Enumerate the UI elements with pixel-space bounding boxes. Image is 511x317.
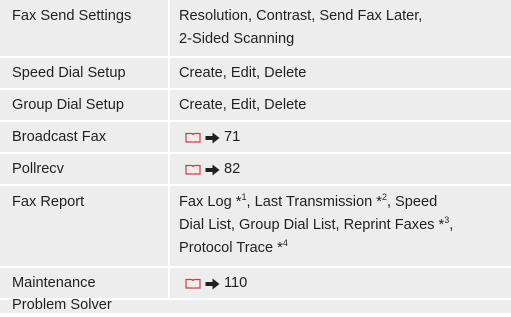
page-number: 71 bbox=[224, 129, 241, 145]
right-arrow-icon bbox=[205, 164, 220, 175]
row-value: 110 bbox=[185, 272, 511, 297]
row-value: Create, Edit, Delete bbox=[179, 65, 307, 81]
comma-text: , bbox=[449, 217, 454, 233]
column-divider bbox=[168, 0, 170, 56]
table-row-group-dial-setup: Group Dial Setup Create, Edit, Delete bbox=[0, 90, 511, 120]
row-value: Fax Log *1, Last Transmission *2, Speed … bbox=[179, 191, 505, 260]
protocol-trace-text: Protocol Trace * bbox=[179, 240, 283, 256]
last-transmission-text: , Last Transmission * bbox=[246, 194, 382, 210]
table-row-broadcast-fax: Broadcast Fax 71 bbox=[0, 122, 511, 152]
row-label: Maintenance bbox=[12, 275, 96, 291]
column-divider bbox=[168, 268, 170, 298]
row-label: Broadcast Fax bbox=[12, 129, 107, 145]
row-label: Pollrecv bbox=[12, 161, 64, 177]
column-divider bbox=[168, 122, 170, 152]
table-row-speed-dial-setup: Speed Dial Setup Create, Edit, Delete bbox=[0, 58, 511, 88]
table-row-fax-send-settings: Fax Send Settings Resolution, Contrast, … bbox=[0, 0, 511, 56]
row-label: Fax Report bbox=[12, 194, 85, 210]
row-label: Speed Dial Setup bbox=[12, 65, 126, 81]
book-icon bbox=[185, 132, 201, 143]
column-divider bbox=[168, 90, 170, 120]
footnote-marker: 4 bbox=[282, 238, 288, 249]
column-divider bbox=[168, 154, 170, 184]
row-value: Create, Edit, Delete bbox=[179, 97, 307, 113]
right-arrow-icon bbox=[205, 278, 220, 289]
table-row-pollrecv: Pollrecv 82 bbox=[0, 154, 511, 184]
row-value-line: Fax Log *1, Last Transmission *2, Speed bbox=[179, 191, 505, 214]
row-label: Fax Send Settings bbox=[12, 8, 132, 24]
table-row-fax-report: Fax Report Fax Log *1, Last Transmission… bbox=[0, 186, 511, 266]
page-number: 110 bbox=[224, 275, 248, 291]
row-value: 82 bbox=[185, 158, 511, 183]
page-reference: 71 bbox=[185, 126, 240, 149]
book-icon bbox=[185, 278, 201, 289]
right-arrow-icon bbox=[205, 132, 220, 143]
row-value-line: Resolution, Contrast, Send Fax Later, bbox=[179, 8, 423, 24]
dial-list-text: Dial List, Group Dial List, Reprint Faxe… bbox=[179, 217, 445, 233]
row-value-line: Protocol Trace *4 bbox=[179, 237, 505, 260]
row-label: Problem Solver bbox=[12, 297, 112, 313]
row-value-line: Dial List, Group Dial List, Reprint Faxe… bbox=[179, 214, 505, 237]
table-row-problem-solver: Problem Solver bbox=[0, 297, 511, 313]
column-divider bbox=[168, 186, 170, 266]
row-value: Resolution, Contrast, Send Fax Later, 2-… bbox=[179, 5, 505, 51]
fax-log-text: Fax Log * bbox=[179, 194, 242, 210]
page-reference: 110 bbox=[185, 272, 247, 295]
row-value: 71 bbox=[185, 126, 511, 151]
book-icon bbox=[185, 164, 201, 175]
row-value-line: 2-Sided Scanning bbox=[179, 31, 295, 47]
row-label: Group Dial Setup bbox=[12, 97, 124, 113]
settings-menu-table: Fax Send Settings Resolution, Contrast, … bbox=[0, 0, 511, 313]
page-number: 82 bbox=[224, 161, 241, 177]
column-divider bbox=[168, 58, 170, 88]
page-reference: 82 bbox=[185, 158, 240, 181]
speed-text: , Speed bbox=[386, 194, 438, 210]
